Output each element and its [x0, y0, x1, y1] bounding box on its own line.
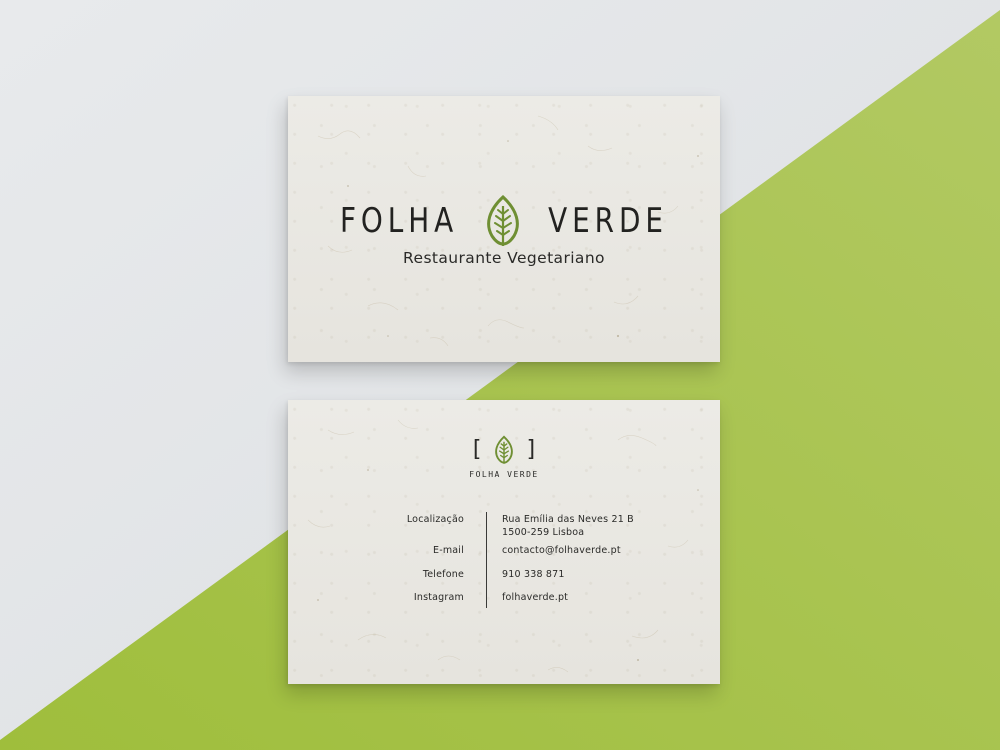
email-value: contacto@folhaverde.pt: [502, 545, 621, 556]
email-label: E-mail: [433, 545, 464, 556]
phone-label: Telefone: [422, 569, 464, 580]
front-logo: FOLHA VERDE: [288, 194, 720, 248]
info-divider: [486, 512, 487, 608]
back-logo-mark: [ ]: [288, 430, 720, 470]
instagram-label: Instagram: [413, 592, 464, 603]
instagram-value: folhaverde.pt: [502, 592, 569, 603]
brand-word-left: FOLHA: [339, 201, 459, 241]
location-label: Localização: [406, 514, 464, 525]
mockup-scene: FOLHA VERDE Restaurante Vegetariano [] …: [0, 0, 1000, 750]
phone-value: 910 338 871: [502, 569, 565, 580]
bracket-left: [: [469, 437, 483, 462]
leaf-icon: [495, 435, 513, 464]
bracket-right: ]: [525, 437, 539, 462]
business-card-back: [ ] FOLHA VERDE Localização Rua Emília d…: [288, 400, 720, 684]
location-line-2: 1500-259 Lisboa: [502, 527, 585, 538]
leaf-icon: [487, 194, 519, 246]
contact-info: Localização Rua Emília das Neves 21 B 15…: [288, 512, 720, 612]
location-line-1: Rua Emília das Neves 21 B: [502, 514, 634, 525]
tagline: Restaurante Vegetariano: [403, 249, 605, 267]
business-card-front: FOLHA VERDE Restaurante Vegetariano: [288, 96, 720, 362]
brand-word-right: VERDE: [548, 201, 668, 241]
small-brand-name: FOLHA VERDE: [469, 470, 539, 479]
